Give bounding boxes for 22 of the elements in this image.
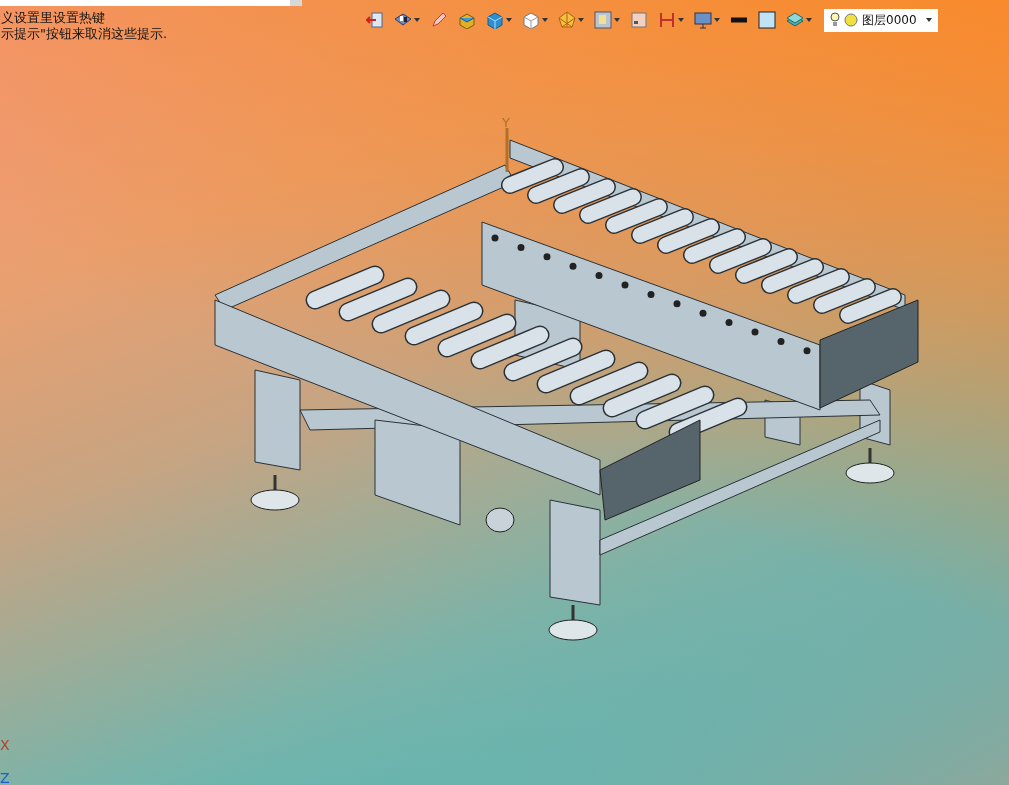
axis-label: X (0, 736, 10, 755)
layers-icon (786, 11, 804, 29)
cube-icon (486, 11, 504, 29)
light-bulb-icon (830, 12, 840, 28)
frame-icon (594, 11, 612, 29)
polygon-icon (558, 11, 576, 29)
circle-icon (844, 13, 858, 27)
box-icon (458, 11, 476, 29)
square-icon (630, 11, 648, 29)
layer-select[interactable]: 图层0000 (824, 8, 938, 32)
monitor-icon (694, 11, 712, 29)
cube-icon (522, 11, 540, 29)
caret-icon (926, 18, 932, 22)
axis-label: Z (0, 769, 10, 785)
hint-text: 义设置里设置热键 (1, 10, 105, 26)
tab-strip (290, 0, 302, 6)
bracket-icon (658, 11, 676, 29)
color-swatch-icon (758, 11, 776, 29)
pencil-icon (430, 11, 448, 29)
axis-label: Y (502, 114, 510, 132)
hint-text: 示提示"按钮来取消这些提示. (1, 26, 168, 42)
exit-icon (366, 11, 384, 29)
